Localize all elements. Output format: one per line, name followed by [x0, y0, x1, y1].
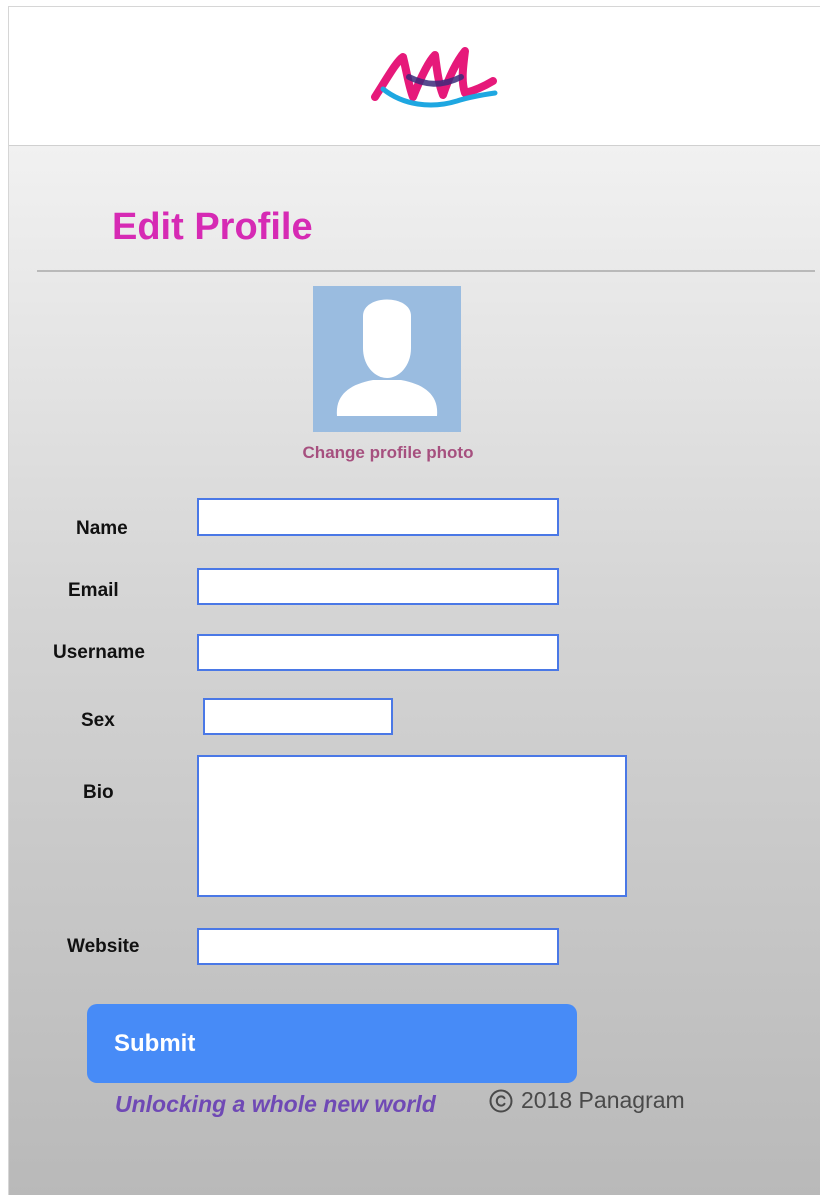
copyright-text: 2018 Panagram [521, 1087, 685, 1113]
website-input[interactable] [197, 928, 559, 965]
email-input[interactable] [197, 568, 559, 605]
bio-label: Bio [83, 782, 114, 803]
app-frame: Edit Profile Change profile photo Name E… [8, 6, 820, 1195]
name-label: Name [76, 518, 128, 539]
username-label: Username [53, 642, 145, 663]
tagline: Unlocking a whole new world [115, 1091, 436, 1117]
profile-photo[interactable] [313, 286, 461, 432]
sex-input[interactable] [203, 698, 393, 735]
submit-button[interactable]: Submit [87, 1004, 577, 1083]
website-label: Website [67, 936, 140, 957]
email-label: Email [68, 580, 119, 601]
bio-textarea[interactable] [197, 755, 627, 897]
copyright-icon [489, 1089, 513, 1112]
username-input[interactable] [197, 634, 559, 671]
sex-label: Sex [81, 710, 115, 731]
copyright: 2018 Panagram [489, 1087, 685, 1114]
name-input[interactable] [197, 498, 559, 536]
page-title: Edit Profile [112, 206, 313, 248]
change-profile-photo-link[interactable]: Change profile photo [271, 443, 505, 463]
app-header [9, 7, 820, 146]
edit-profile-panel: Edit Profile Change profile photo Name E… [9, 146, 820, 1195]
avatar-placeholder-icon [336, 299, 438, 416]
title-divider [37, 270, 815, 272]
brand-logo-icon[interactable] [369, 47, 499, 119]
